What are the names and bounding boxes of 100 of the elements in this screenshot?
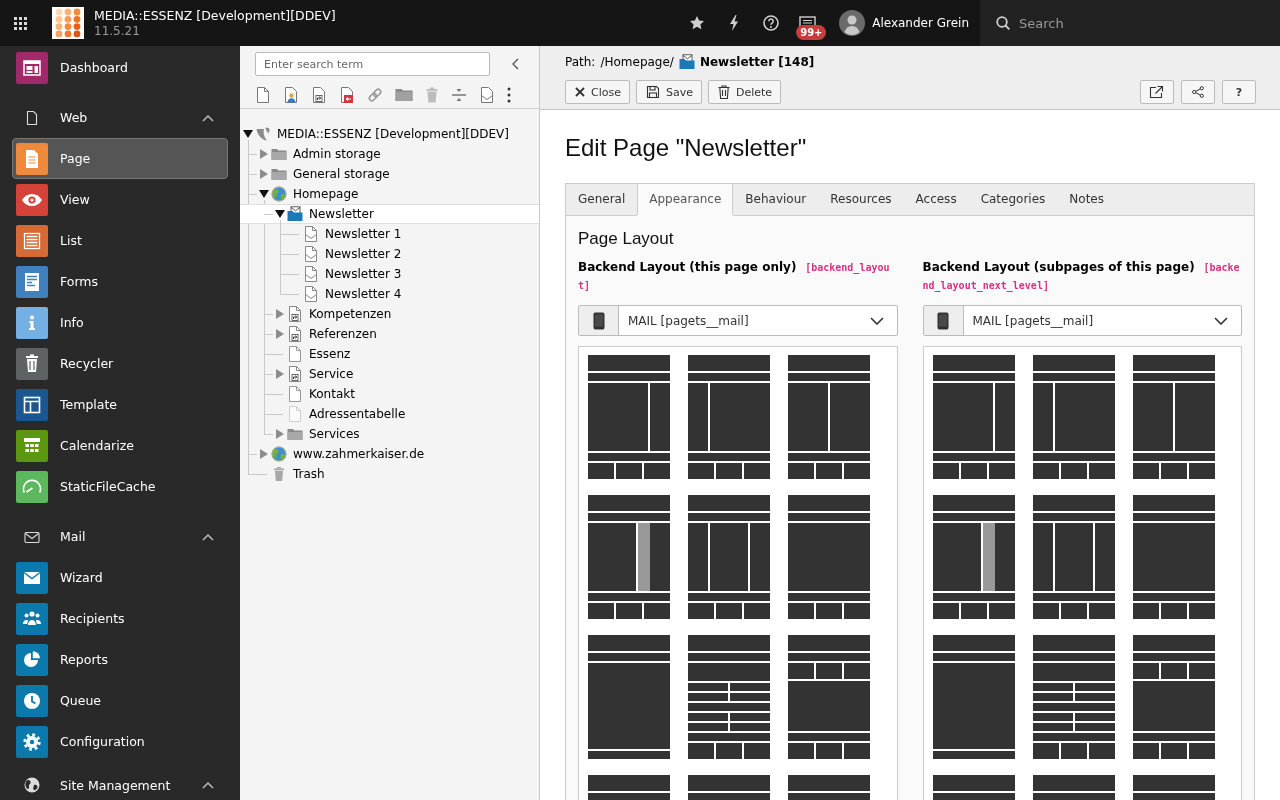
- module-item[interactable]: StaticFileCache: [12, 466, 228, 507]
- share-button[interactable]: [1181, 80, 1215, 104]
- tree-item[interactable]: Service: [240, 364, 539, 384]
- module-item[interactable]: View: [12, 179, 228, 220]
- module-group-header[interactable]: Site Management: [12, 770, 228, 800]
- chevron-up-icon[interactable]: [202, 113, 214, 122]
- save-button[interactable]: Save: [635, 80, 702, 104]
- page-user-icon[interactable]: [283, 86, 299, 104]
- chevron-left-icon[interactable]: [512, 58, 519, 70]
- module-item[interactable]: Recycler: [12, 343, 228, 384]
- layout-preview-drawing[interactable]: [1132, 635, 1215, 759]
- module-item[interactable]: List: [12, 220, 228, 261]
- module-group-header[interactable]: Mail: [12, 516, 228, 557]
- layout-preview-drawing[interactable]: [588, 355, 670, 479]
- tree-item[interactable]: Admin storage: [240, 144, 539, 164]
- tree-item[interactable]: Referenzen: [240, 324, 539, 344]
- module-item[interactable]: Reports: [12, 639, 228, 680]
- lightning-icon[interactable]: [728, 15, 739, 31]
- tree-item[interactable]: Newsletter: [240, 204, 539, 224]
- tree-item[interactable]: Adressentabelle: [240, 404, 539, 424]
- module-item[interactable]: Dashboard: [12, 47, 228, 88]
- split-line-icon[interactable]: [451, 87, 467, 103]
- module-item[interactable]: Template: [12, 384, 228, 425]
- tree-item[interactable]: Essenz: [240, 344, 539, 364]
- caret-down-icon[interactable]: [275, 209, 285, 219]
- layout-preview-drawing[interactable]: [788, 495, 870, 619]
- layout-preview-drawing[interactable]: [688, 355, 770, 479]
- module-item[interactable]: Recipients: [12, 598, 228, 639]
- close-button[interactable]: Close: [565, 80, 630, 104]
- tree-item[interactable]: Kontakt: [240, 384, 539, 404]
- help-button[interactable]: ?: [1222, 80, 1256, 104]
- layout-preview-drawing[interactable]: [1032, 635, 1115, 759]
- caret-right-icon[interactable]: [275, 309, 285, 319]
- layout-preview-drawing[interactable]: [688, 775, 770, 800]
- more-vertical-icon[interactable]: [507, 87, 511, 103]
- folder-icon[interactable]: [395, 87, 413, 103]
- page-arrow-icon[interactable]: [311, 86, 327, 104]
- tree-item[interactable]: Trash: [240, 464, 539, 484]
- caret-right-icon[interactable]: [259, 449, 269, 459]
- caret-right-icon[interactable]: [275, 329, 285, 339]
- layout-preview-drawing[interactable]: [1032, 495, 1115, 619]
- chevron-up-icon[interactable]: [202, 532, 214, 541]
- layout-preview-drawing[interactable]: [932, 355, 1015, 479]
- module-item[interactable]: Queue: [12, 680, 228, 721]
- caret-right-icon[interactable]: [259, 169, 269, 179]
- layout-preview-drawing[interactable]: [932, 495, 1015, 619]
- tree-item[interactable]: Newsletter 4: [240, 284, 539, 304]
- module-group-header[interactable]: Web: [12, 97, 228, 138]
- select-field[interactable]: MAIL [pagets__mail]: [922, 305, 1242, 336]
- search-field[interactable]: Search: [980, 0, 1280, 46]
- caret-right-icon[interactable]: [275, 369, 285, 379]
- module-item[interactable]: Info: [12, 302, 228, 343]
- search-field[interactable]: Enter search term: [255, 52, 490, 76]
- chevron-up-icon[interactable]: [202, 781, 214, 789]
- layout-preview-drawing[interactable]: [932, 775, 1015, 800]
- module-item[interactable]: Calendarize: [12, 425, 228, 466]
- layout-preview-drawing[interactable]: [1132, 775, 1215, 800]
- link-icon[interactable]: [367, 86, 383, 104]
- layout-preview-drawing[interactable]: [588, 635, 670, 759]
- layout-preview-drawing[interactable]: [932, 635, 1015, 759]
- layout-preview-drawing[interactable]: [1132, 355, 1215, 479]
- layout-preview-drawing[interactable]: [688, 635, 770, 759]
- view-button[interactable]: [1140, 80, 1174, 104]
- layout-preview-drawing[interactable]: [788, 355, 870, 479]
- caret-right-icon[interactable]: [259, 149, 269, 159]
- tree-item[interactable]: Kompetenzen: [240, 304, 539, 324]
- apps-menu-icon[interactable]: [13, 16, 27, 30]
- layout-preview-drawing[interactable]: [588, 775, 670, 800]
- mail-page-icon[interactable]: [479, 86, 495, 104]
- search-icon: [996, 16, 1010, 30]
- tree-item[interactable]: Homepage: [240, 184, 539, 204]
- page-back-arrow-icon[interactable]: [339, 86, 355, 104]
- layout-preview-drawing[interactable]: [1032, 355, 1115, 479]
- user-menu-button[interactable]: Alexander Grein: [839, 0, 980, 46]
- tree-item[interactable]: Newsletter 1: [240, 224, 539, 244]
- layout-preview-drawing[interactable]: [588, 495, 670, 619]
- tree-item[interactable]: Newsletter 2: [240, 244, 539, 264]
- module-item[interactable]: Configuration: [12, 721, 228, 762]
- tree-item[interactable]: www.zahmerkaiser.de: [240, 444, 539, 464]
- delete-button[interactable]: Delete: [708, 80, 782, 104]
- module-item[interactable]: Page: [12, 138, 228, 179]
- tree-item[interactable]: MEDIA::ESSENZ [Development][DDEV]: [240, 124, 539, 144]
- layout-preview-drawing[interactable]: [688, 495, 770, 619]
- page-icon[interactable]: [255, 86, 271, 104]
- star-icon[interactable]: [688, 15, 705, 31]
- layout-preview-drawing[interactable]: [788, 635, 870, 759]
- tab[interactable]: Appearance: [637, 184, 734, 216]
- caret-down-icon[interactable]: [243, 129, 253, 139]
- tree-item[interactable]: Newsletter 3: [240, 264, 539, 284]
- module-item[interactable]: Wizard: [12, 557, 228, 598]
- caret-right-icon[interactable]: [275, 429, 285, 439]
- layout-preview-drawing[interactable]: [1032, 775, 1115, 800]
- caret-down-icon[interactable]: [259, 189, 269, 199]
- tree-item[interactable]: General storage: [240, 164, 539, 184]
- layout-preview-drawing[interactable]: [788, 775, 870, 800]
- select-field[interactable]: MAIL [pagets__mail]: [578, 305, 898, 336]
- module-item[interactable]: Forms: [12, 261, 228, 302]
- tree-item[interactable]: Services: [240, 424, 539, 444]
- help-icon[interactable]: [762, 15, 779, 31]
- layout-preview-drawing[interactable]: [1132, 495, 1215, 619]
